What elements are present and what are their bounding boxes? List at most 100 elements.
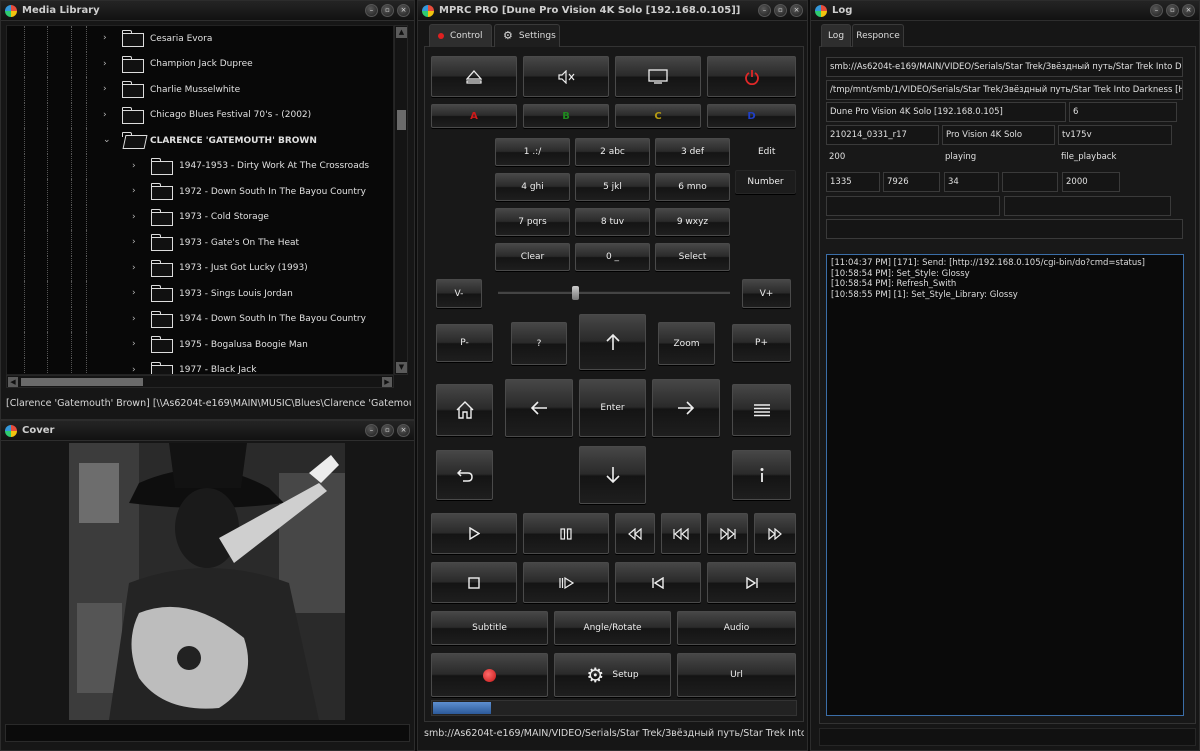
subtitle-button[interactable]: Subtitle	[431, 611, 548, 645]
record-button[interactable]	[431, 653, 548, 697]
tv-button[interactable]	[615, 56, 701, 97]
expand-icon[interactable]: ›	[132, 263, 142, 273]
keypad-button[interactable]: 9 wxyz	[655, 208, 730, 236]
device-number-field[interactable]: 6	[1069, 102, 1177, 122]
fast-forward-button[interactable]	[707, 513, 748, 554]
tree-item[interactable]: ⌄ CLARENCE 'GATEMOUTH' BROWN	[7, 128, 393, 154]
previous-button[interactable]	[615, 562, 701, 603]
volume-slider[interactable]	[498, 286, 730, 300]
tree-item[interactable]: › 1975 - Bogalusa Boogie Man	[7, 332, 393, 358]
info-button[interactable]	[732, 450, 791, 500]
minimize-icon[interactable]: –	[365, 424, 378, 437]
value-field-4[interactable]	[1002, 172, 1058, 192]
expand-icon[interactable]: ›	[132, 186, 142, 196]
value-field-2[interactable]: 7926	[883, 172, 940, 192]
close-icon[interactable]: ×	[397, 424, 410, 437]
tree-item[interactable]: › 1973 - Just Got Lucky (1993)	[7, 255, 393, 281]
angle-rotate-button[interactable]: Angle/Rotate	[554, 611, 671, 645]
number-mode-button[interactable]: Number	[735, 170, 796, 194]
rewind-button[interactable]	[661, 513, 701, 554]
restore-icon[interactable]: ▫	[381, 424, 394, 437]
restore-icon[interactable]: ▫	[774, 4, 787, 17]
expand-icon[interactable]: ›	[103, 33, 113, 43]
smb-path-field[interactable]: smb://As6204t-e169/MAIN/VIDEO/Serials/St…	[826, 57, 1183, 77]
log-output[interactable]: [11:04:37 PM] [171]: Send: [http://192.1…	[826, 254, 1184, 716]
tab-responce[interactable]: Responce	[852, 24, 904, 47]
value-field-3[interactable]: 34	[944, 172, 999, 192]
tree-item[interactable]: › 1973 - Sings Louis Jordan	[7, 281, 393, 307]
collapse-icon[interactable]: ⌄	[103, 135, 113, 145]
close-icon[interactable]: ×	[790, 4, 803, 17]
keypad-button[interactable]: Clear	[495, 243, 570, 271]
keypad-button[interactable]: 5 jkl	[575, 173, 650, 201]
return-button[interactable]	[436, 450, 493, 500]
restore-icon[interactable]: ▫	[1166, 4, 1179, 17]
expand-icon[interactable]: ›	[132, 212, 142, 222]
slow-rewind-button[interactable]	[615, 513, 655, 554]
home-button[interactable]	[436, 384, 493, 436]
menu-button[interactable]	[732, 384, 791, 436]
minimize-icon[interactable]: –	[365, 4, 378, 17]
scroll-right-icon[interactable]: ▶	[382, 377, 392, 387]
close-icon[interactable]: ×	[1182, 4, 1195, 17]
info-question-button[interactable]: ?	[511, 322, 567, 365]
power-button[interactable]	[707, 56, 796, 97]
tmp-path-field[interactable]: /tmp/mnt/smb/1/VIDEO/Serials/Star Trek/З…	[826, 80, 1183, 100]
minimize-icon[interactable]: –	[1150, 4, 1163, 17]
tree-item[interactable]: › 1972 - Down South In The Bayou Country	[7, 179, 393, 205]
keypad-button[interactable]: 0 _	[575, 243, 650, 271]
expand-icon[interactable]: ›	[132, 339, 142, 349]
keypad-button[interactable]: 6 mno	[655, 173, 730, 201]
tree-item[interactable]: › Champion Jack Dupree	[7, 51, 393, 77]
keypad-button[interactable]: 2 abc	[575, 138, 650, 166]
next-button[interactable]	[707, 562, 796, 603]
keypad-button[interactable]: 8 tuv	[575, 208, 650, 236]
tree-item[interactable]: › Chicago Blues Festival 70's - (2002)	[7, 102, 393, 128]
tab-log[interactable]: Log	[821, 24, 851, 47]
keypad-button[interactable]: 7 pqrs	[495, 208, 570, 236]
color-a-button[interactable]: A	[431, 104, 517, 128]
play-button[interactable]	[431, 513, 517, 554]
color-c-button[interactable]: C	[615, 104, 701, 128]
arrow-up-button[interactable]	[579, 314, 646, 370]
model-field[interactable]: Pro Vision 4K Solo	[942, 125, 1055, 145]
tree-item[interactable]: › 1973 - Cold Storage	[7, 204, 393, 230]
expand-icon[interactable]: ›	[103, 84, 113, 94]
scrollbar-thumb[interactable]	[397, 110, 406, 130]
tree-item[interactable]: › Charlie Musselwhite	[7, 77, 393, 103]
value-field-1[interactable]: 1335	[826, 172, 880, 192]
arrow-down-button[interactable]	[579, 446, 646, 504]
tree-item[interactable]: › 1977 - Black Jack	[7, 357, 393, 375]
program-up-button[interactable]: P+	[732, 324, 791, 362]
hardware-field[interactable]: tv175v	[1058, 125, 1172, 145]
media-tree[interactable]: › Cesaria Evora › Champion Jack Dupree › Char…	[6, 25, 394, 375]
arrow-left-button[interactable]	[505, 379, 573, 437]
value-field-5[interactable]: 2000	[1062, 172, 1120, 192]
empty-field-3[interactable]	[826, 219, 1183, 239]
tree-item[interactable]: › 1973 - Gate's On The Heat	[7, 230, 393, 256]
close-icon[interactable]: ×	[397, 4, 410, 17]
play-pause-button[interactable]	[523, 562, 609, 603]
eject-button[interactable]	[431, 56, 517, 97]
expand-icon[interactable]: ›	[132, 237, 142, 247]
expand-icon[interactable]: ›	[103, 59, 113, 69]
tree-item[interactable]: › Cesaria Evora	[7, 26, 393, 52]
scrollbar-thumb[interactable]	[21, 378, 143, 386]
firmware-field[interactable]: 210214_0331_r17	[826, 125, 939, 145]
mute-button[interactable]	[523, 56, 609, 97]
expand-icon[interactable]: ›	[132, 365, 142, 375]
device-field[interactable]: Dune Pro Vision 4K Solo [192.168.0.105]	[826, 102, 1066, 122]
arrow-right-button[interactable]	[652, 379, 720, 437]
volume-slider-knob[interactable]	[572, 286, 579, 300]
zoom-button[interactable]: Zoom	[658, 322, 715, 365]
url-button[interactable]: Url	[677, 653, 796, 697]
program-down-button[interactable]: P-	[436, 324, 493, 362]
keypad-button[interactable]: Select	[655, 243, 730, 271]
restore-icon[interactable]: ▫	[381, 4, 394, 17]
audio-button[interactable]: Audio	[677, 611, 796, 645]
color-b-button[interactable]: B	[523, 104, 609, 128]
minimize-icon[interactable]: –	[758, 4, 771, 17]
setup-button[interactable]: ⚙ Setup	[554, 653, 671, 697]
keypad-button[interactable]: 4 ghi	[495, 173, 570, 201]
expand-icon[interactable]: ›	[103, 110, 113, 120]
